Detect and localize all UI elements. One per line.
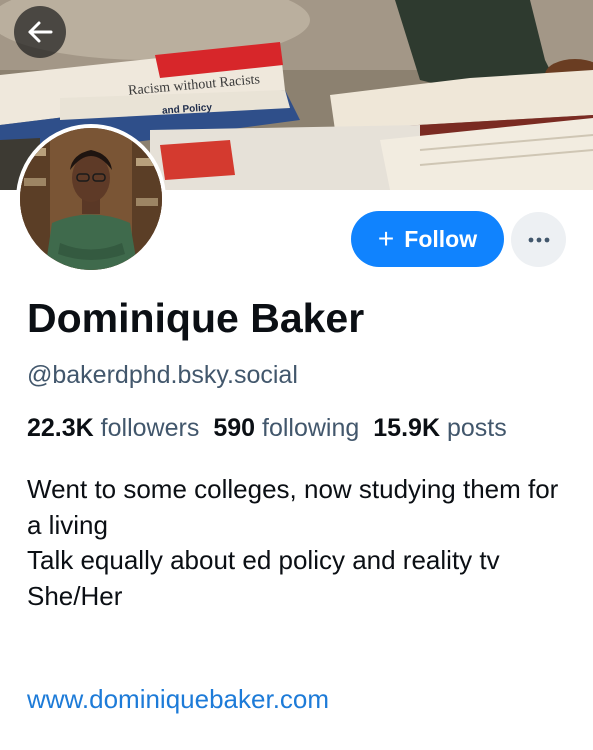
arrow-left-icon	[28, 21, 53, 43]
profile-stats: 22.3K followers 590 following 15.9K posts	[27, 414, 593, 443]
following-count: 590	[213, 414, 256, 442]
follow-label: Follow	[404, 225, 478, 252]
profile-handle: @bakerdphd.bsky.social	[27, 361, 298, 389]
back-button[interactable]	[14, 6, 66, 58]
more-options-button[interactable]	[511, 212, 566, 267]
website-link[interactable]: www.dominiquebaker.com	[27, 684, 329, 715]
follow-button[interactable]: + Follow	[351, 211, 504, 267]
ellipsis-icon	[528, 237, 549, 242]
posts-stat: 15.9K posts	[373, 414, 506, 442]
followers-label: followers	[100, 414, 200, 442]
posts-label: posts	[446, 414, 507, 442]
bio-line: Talk equally about ed policy and reality…	[27, 545, 500, 575]
following-label: following	[262, 414, 360, 442]
avatar[interactable]	[16, 124, 166, 274]
followers-count: 22.3K	[27, 414, 94, 442]
posts-count: 15.9K	[373, 414, 440, 442]
followers-link[interactable]: 22.3K followers	[27, 414, 199, 442]
plus-icon: +	[377, 223, 395, 254]
profile-bio: Went to some colleges, now studying them…	[27, 472, 567, 614]
bio-line: She/Her	[27, 580, 123, 611]
following-link[interactable]: 590 following	[213, 414, 359, 442]
profile-name: Dominique Baker	[27, 295, 365, 341]
bio-line: Went to some colleges, now studying them…	[27, 474, 559, 540]
avatar-image	[20, 128, 162, 270]
